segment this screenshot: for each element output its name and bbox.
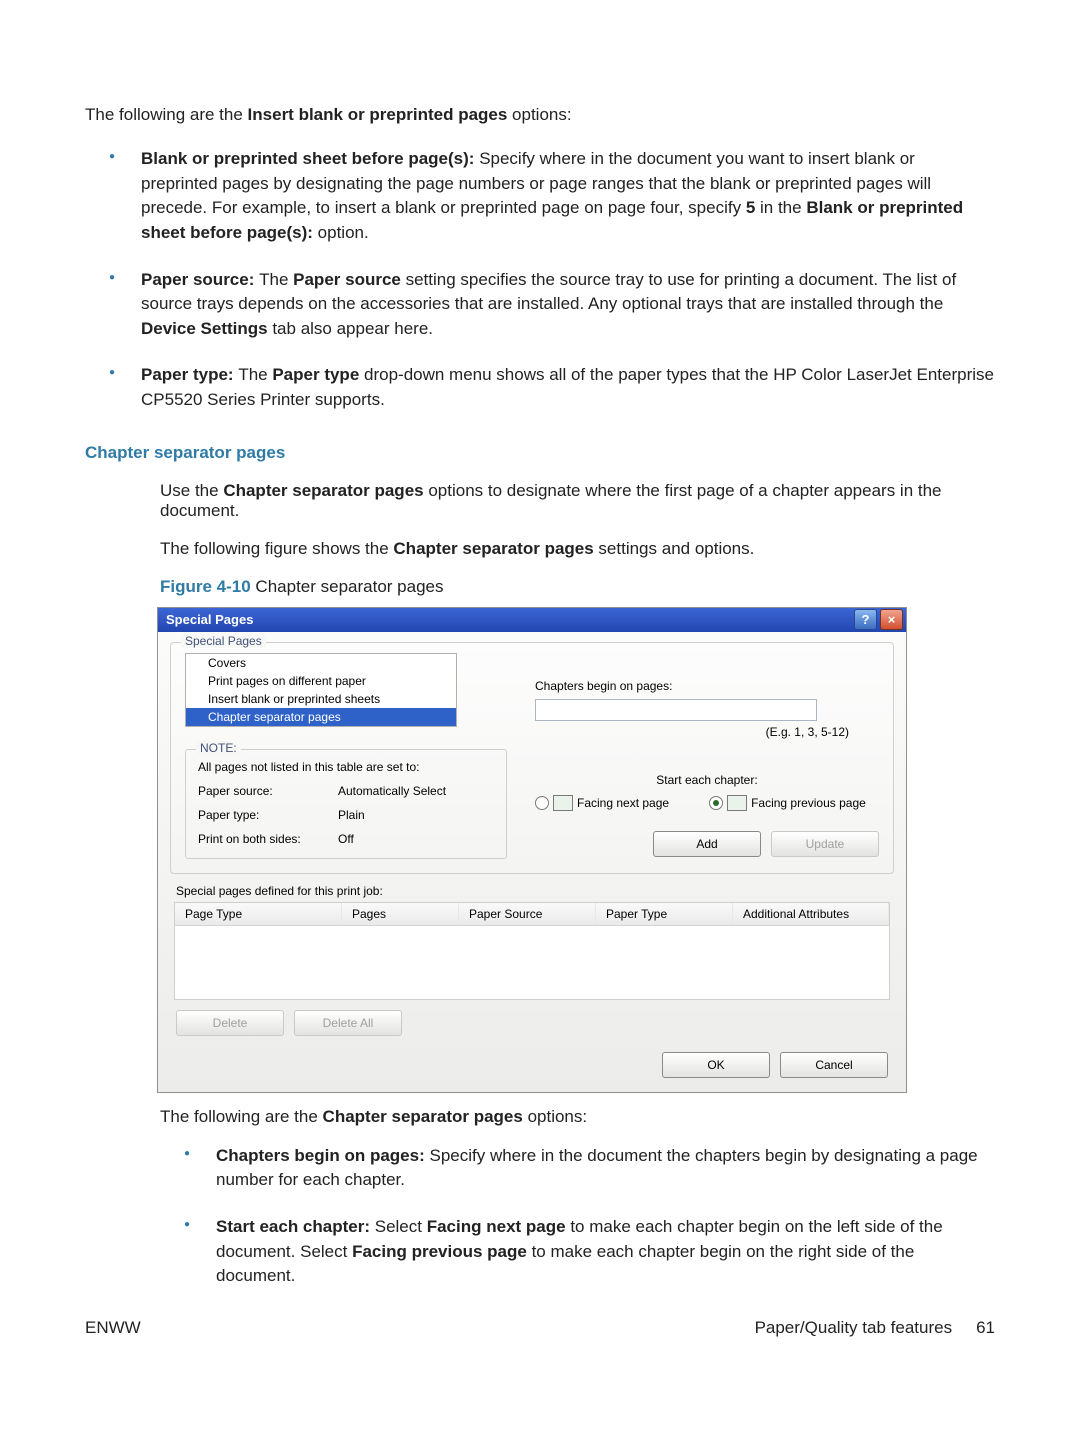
footer-left: ENWW [85, 1318, 755, 1338]
chapter-intro-2: The following figure shows the Chapter s… [160, 539, 995, 559]
defined-pages-table[interactable]: Page Type Pages Paper Source Paper Type … [174, 902, 890, 1000]
close-icon[interactable]: × [880, 609, 903, 630]
page-icon [553, 795, 573, 811]
list-option-chapter-separator[interactable]: Chapter separator pages [186, 708, 456, 726]
ok-button[interactable]: OK [662, 1052, 770, 1078]
col-paper-source[interactable]: Paper Source [459, 903, 596, 925]
delete-button[interactable]: Delete [176, 1010, 284, 1036]
start-chapter-label: Start each chapter: [535, 773, 879, 787]
radio-icon [709, 796, 723, 810]
col-paper-type[interactable]: Paper Type [596, 903, 733, 925]
page-footer: ENWW Paper/Quality tab features 61 [85, 1318, 995, 1338]
after-figure-text: The following are the Chapter separator … [160, 1107, 995, 1127]
note-row: Paper source:Automatically Select [198, 784, 494, 798]
update-button[interactable]: Update [771, 831, 879, 857]
chapters-pages-input[interactable] [535, 699, 817, 721]
note-row: Print on both sides:Off [198, 832, 494, 846]
col-additional[interactable]: Additional Attributes [733, 903, 889, 925]
radio-facing-previous[interactable]: Facing previous page [709, 795, 866, 811]
page-number: 61 [976, 1318, 995, 1338]
note-box: NOTE: All pages not listed in this table… [185, 749, 507, 859]
special-pages-dialog: Special Pages ? × Special Pages Covers P… [157, 607, 907, 1093]
dialog-title: Special Pages [158, 612, 854, 627]
titlebar: Special Pages ? × [158, 608, 906, 632]
section-heading: Chapter separator pages [85, 443, 995, 463]
chapter-intro-1: Use the Chapter separator pages options … [160, 481, 995, 521]
figure-caption: Figure 4-10 Chapter separator pages [160, 577, 995, 597]
radio-facing-next[interactable]: Facing next page [535, 795, 669, 811]
note-row: Paper type:Plain [198, 808, 494, 822]
radio-icon [535, 796, 549, 810]
list-item: Paper source: The Paper source setting s… [85, 268, 995, 342]
list-item: Blank or preprinted sheet before page(s)… [85, 147, 995, 246]
bullet-list-top: Blank or preprinted sheet before page(s)… [85, 147, 995, 413]
note-line: All pages not listed in this table are s… [198, 760, 494, 774]
example-text: (E.g. 1, 3, 5-12) [535, 725, 879, 739]
list-item: Start each chapter: Select Facing next p… [160, 1215, 995, 1289]
list-option-different-paper[interactable]: Print pages on different paper [186, 672, 456, 690]
list-item: Chapters begin on pages: Specify where i… [160, 1144, 995, 1193]
groupbox-legend: Special Pages [181, 634, 266, 648]
col-pages[interactable]: Pages [342, 903, 459, 925]
note-legend: NOTE: [196, 741, 241, 755]
list-option-covers[interactable]: Covers [186, 654, 456, 672]
add-button[interactable]: Add [653, 831, 761, 857]
intro-text: The following are the Insert blank or pr… [85, 105, 995, 125]
page-type-listbox[interactable]: Covers Print pages on different paper In… [185, 653, 457, 727]
list-option-insert-blank[interactable]: Insert blank or preprinted sheets [186, 690, 456, 708]
help-icon[interactable]: ? [854, 609, 877, 630]
defined-pages-label: Special pages defined for this print job… [176, 884, 906, 898]
col-page-type[interactable]: Page Type [175, 903, 342, 925]
footer-section: Paper/Quality tab features [755, 1318, 953, 1338]
list-item: Paper type: The Paper type drop-down men… [85, 363, 995, 412]
bullet-list-bottom: Chapters begin on pages: Specify where i… [160, 1144, 995, 1289]
special-pages-groupbox: Special Pages Covers Print pages on diff… [170, 642, 894, 874]
page-icon [727, 795, 747, 811]
chapters-pages-label: Chapters begin on pages: [535, 679, 879, 693]
cancel-button[interactable]: Cancel [780, 1052, 888, 1078]
delete-all-button[interactable]: Delete All [294, 1010, 402, 1036]
